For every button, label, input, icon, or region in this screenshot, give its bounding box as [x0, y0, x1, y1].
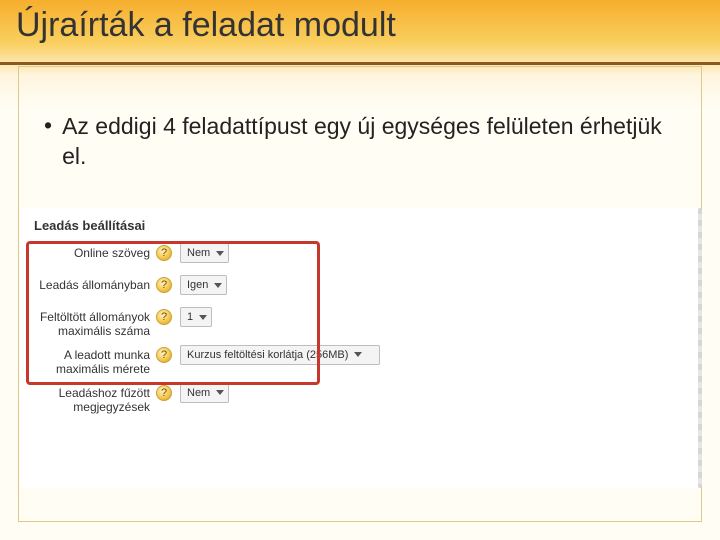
bullet-text: Az eddigi 4 feladattípust egy új egysége…: [62, 112, 680, 172]
select-value: 1: [187, 311, 193, 323]
select-value: Kurzus feltöltési korlátja (256MB): [187, 349, 348, 361]
max-size-select[interactable]: Kurzus feltöltési korlátja (256MB): [180, 345, 380, 365]
chevron-down-icon: [199, 315, 207, 320]
comments-select[interactable]: Nem: [180, 383, 229, 403]
settings-panel: Leadás beállításai Online szöveg ? Nem L…: [20, 208, 700, 488]
row-label: Leadáshoz fűzött megjegyzések: [34, 383, 150, 415]
select-value: Nem: [187, 247, 210, 259]
form-row: Leadás állományban ? Igen: [34, 275, 686, 301]
form-row: Leadáshoz fűzött megjegyzések ? Nem: [34, 383, 686, 415]
row-label: A leadott munka maximális mérete: [34, 345, 150, 377]
panel-heading: Leadás beállításai: [20, 208, 700, 237]
chevron-down-icon: [214, 283, 222, 288]
row-label: Online szöveg: [34, 243, 150, 260]
bullet-item: • Az eddigi 4 feladattípust egy új egysé…: [44, 112, 680, 172]
select-value: Nem: [187, 387, 210, 399]
form-row: A leadott munka maximális mérete ? Kurzu…: [34, 345, 686, 377]
help-icon[interactable]: ?: [156, 347, 172, 363]
row-label: Feltöltött állományok maximális száma: [34, 307, 150, 339]
max-files-select[interactable]: 1: [180, 307, 212, 327]
form-row: Feltöltött állományok maximális száma ? …: [34, 307, 686, 339]
form-row: Online szöveg ? Nem: [34, 243, 686, 269]
title-underline: [0, 62, 720, 65]
file-submit-select[interactable]: Igen: [180, 275, 227, 295]
form-area: Online szöveg ? Nem Leadás állományban ?…: [20, 243, 700, 414]
chevron-down-icon: [216, 390, 224, 395]
online-text-select[interactable]: Nem: [180, 243, 229, 263]
chevron-down-icon: [216, 251, 224, 256]
help-icon[interactable]: ?: [156, 277, 172, 293]
bullet-dot: •: [44, 112, 52, 172]
select-value: Igen: [187, 279, 208, 291]
help-icon[interactable]: ?: [156, 245, 172, 261]
row-label: Leadás állományban: [34, 275, 150, 292]
help-icon[interactable]: ?: [156, 309, 172, 325]
chevron-down-icon: [354, 352, 362, 357]
help-icon[interactable]: ?: [156, 385, 172, 401]
page-title: Újraírták a feladat modult: [16, 6, 396, 45]
